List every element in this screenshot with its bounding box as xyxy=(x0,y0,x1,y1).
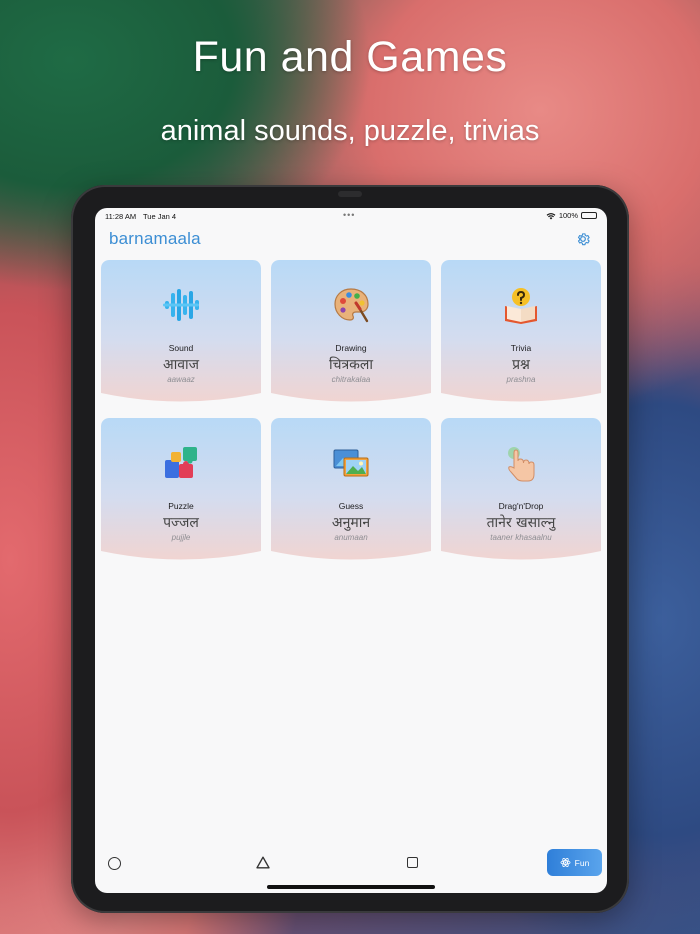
pictures-icon xyxy=(332,444,370,482)
card-transliteration: pujjle xyxy=(171,533,191,542)
multitask-dots[interactable]: ••• xyxy=(343,210,355,220)
card-transliteration: anumaan xyxy=(334,533,368,542)
status-bar: 11:28 AM Tue Jan 4 ••• 100% xyxy=(95,208,607,224)
card-title: Puzzle xyxy=(168,501,194,511)
hand-pointer-icon xyxy=(502,444,540,482)
puzzle-icon xyxy=(162,444,200,482)
sound-wave-icon xyxy=(162,286,200,324)
card-title: Drawing xyxy=(335,343,367,353)
card-title: Sound xyxy=(168,343,194,353)
card-hindi: प्रश्न xyxy=(512,357,530,373)
battery-icon xyxy=(581,212,597,219)
camera xyxy=(338,191,362,197)
question-book-icon xyxy=(502,286,540,324)
square-icon[interactable] xyxy=(407,857,418,868)
card-title: Drag'n'Drop xyxy=(498,501,544,511)
gear-icon xyxy=(577,233,590,246)
triangle-icon[interactable] xyxy=(256,856,270,869)
hero-title: Fun and Games xyxy=(192,33,508,81)
card-guess[interactable]: Guess अनुमान anumaan xyxy=(271,418,431,563)
card-hindi: पज्जल xyxy=(163,515,199,531)
status-date: Tue Jan 4 xyxy=(143,212,177,221)
card-hindi: तानेर खसाल्नु xyxy=(486,515,556,531)
fun-button-label: Fun xyxy=(574,857,590,868)
card-hindi: आवाज xyxy=(162,357,200,373)
card-puzzle[interactable]: Puzzle पज्जल pujjle xyxy=(101,418,261,563)
card-title: Trivia xyxy=(510,343,532,353)
fun-button[interactable]: Fun xyxy=(547,849,602,876)
card-transliteration: taaner khasaalnu xyxy=(490,533,552,542)
card-transliteration: aawaaz xyxy=(167,375,195,384)
card-drag-n-drop[interactable]: Drag'n'Drop तानेर खसाल्नु taaner khasaal… xyxy=(441,418,601,563)
status-right: 100% xyxy=(546,211,597,220)
home-indicator[interactable] xyxy=(267,885,435,889)
battery-percent: 100% xyxy=(558,211,578,220)
app-screen: 11:28 AM Tue Jan 4 ••• 100% barnamaala S… xyxy=(95,208,607,893)
hero-subtitle: animal sounds, puzzle, trivias xyxy=(160,115,540,147)
card-drawing[interactable]: Drawing चित्रकला chitrakalaa xyxy=(271,260,431,405)
activity-grid: Sound आवाज aawaaz Drawing चित्रकला chitr… xyxy=(101,260,601,563)
wifi-icon xyxy=(546,212,556,220)
app-title: barnamaala xyxy=(109,229,201,248)
card-transliteration: prashna xyxy=(506,375,536,384)
circle-icon[interactable] xyxy=(108,857,121,870)
card-hindi: चित्रकला xyxy=(328,357,374,373)
palette-icon xyxy=(332,286,370,324)
settings-button[interactable] xyxy=(575,231,591,247)
card-title: Guess xyxy=(338,501,364,511)
card-sound[interactable]: Sound आवाज aawaaz xyxy=(101,260,261,405)
card-transliteration: chitrakalaa xyxy=(331,375,371,384)
atom-icon xyxy=(560,858,571,867)
card-hindi: अनुमान xyxy=(331,515,371,531)
status-time: 11:28 AM xyxy=(105,212,137,221)
card-trivia[interactable]: Trivia प्रश्न prashna xyxy=(441,260,601,405)
